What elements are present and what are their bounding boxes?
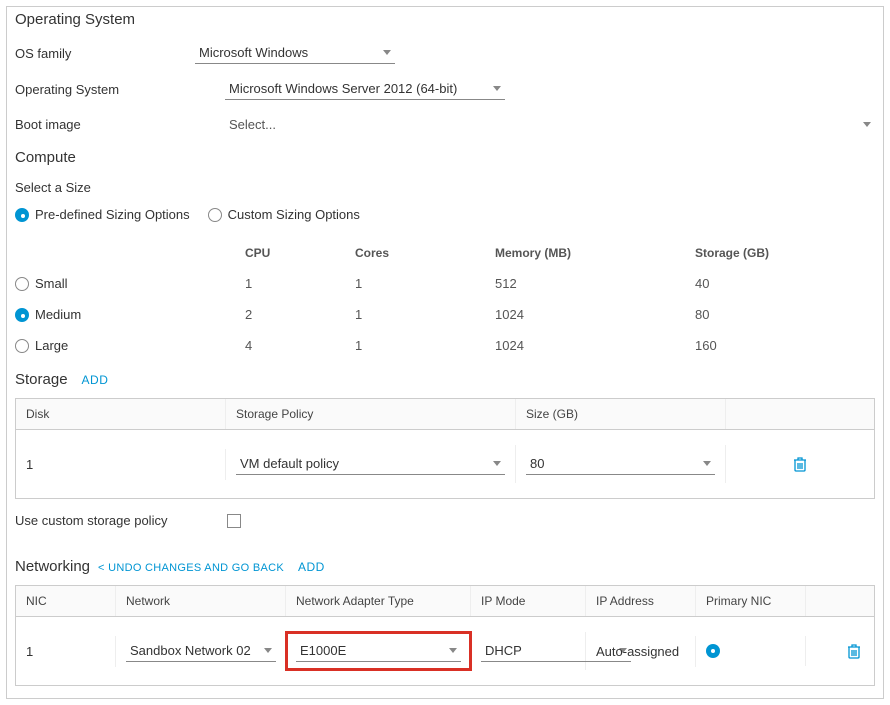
size-small-label: Small (35, 276, 68, 291)
trash-icon[interactable] (790, 456, 810, 472)
storage-add-button[interactable]: ADD (82, 373, 109, 387)
storage-row: 1 VM default policy 80 (16, 430, 874, 498)
boot-image-select[interactable]: Select... (225, 114, 875, 135)
size-large-memory: 1024 (495, 338, 695, 353)
trash-icon[interactable] (844, 643, 864, 659)
radio-dot (15, 277, 29, 291)
radio-dot-selected (15, 308, 29, 322)
select-size-subtitle: Select a Size (15, 180, 875, 195)
chevron-down-icon (449, 648, 457, 653)
chevron-down-icon (493, 461, 501, 466)
radio-dot (15, 339, 29, 353)
storage-disk-index: 1 (16, 449, 226, 480)
col-memory: Memory (MB) (495, 246, 695, 260)
operating-system-select[interactable]: Microsoft Windows Server 2012 (64-bit) (225, 78, 505, 100)
size-small-cores: 1 (355, 276, 495, 291)
network-value: Sandbox Network 02 (130, 643, 254, 658)
section-storage: Storage (15, 371, 68, 388)
section-networking: Networking (15, 558, 90, 575)
size-medium-storage: 80 (695, 307, 875, 322)
storage-policy-select[interactable]: VM default policy (236, 453, 505, 475)
networking-add-button[interactable]: ADD (298, 560, 325, 574)
size-small-cpu: 1 (245, 276, 355, 291)
chevron-down-icon (493, 86, 501, 91)
radio-custom-label: Custom Sizing Options (228, 207, 360, 222)
size-medium-label: Medium (35, 307, 81, 322)
radio-custom-sizing[interactable]: Custom Sizing Options (208, 207, 360, 222)
col-network: Network (116, 586, 286, 616)
col-primary-nic: Primary NIC (696, 586, 806, 616)
networking-table: NIC Network Network Adapter Type IP Mode… (15, 585, 875, 686)
operating-system-value: Microsoft Windows Server 2012 (64-bit) (229, 81, 483, 96)
col-cpu: CPU (245, 246, 355, 260)
operating-system-label: Operating System (15, 82, 195, 97)
col-storage-policy: Storage Policy (226, 399, 516, 429)
undo-changes-link[interactable]: < UNDO CHANGES AND GO BACK (98, 562, 284, 574)
col-cores: Cores (355, 246, 495, 260)
size-medium-cpu: 2 (245, 307, 355, 322)
size-large-label: Large (35, 338, 68, 353)
adapter-type-cell-highlighted: E1000E (285, 631, 472, 671)
size-option-medium[interactable]: Medium (15, 307, 245, 322)
nic-index: 1 (16, 636, 116, 667)
col-size-gb: Size (GB) (516, 399, 726, 429)
size-option-small[interactable]: Small (15, 276, 245, 291)
radio-predefined-label: Pre-defined Sizing Options (35, 207, 190, 222)
radio-dot (208, 208, 222, 222)
os-family-value: Microsoft Windows (199, 45, 373, 60)
section-compute: Compute (15, 149, 875, 166)
size-large-storage: 160 (695, 338, 875, 353)
chevron-down-icon (383, 50, 391, 55)
col-storage: Storage (GB) (695, 246, 875, 260)
primary-nic-radio[interactable] (706, 644, 720, 658)
custom-storage-policy-checkbox[interactable] (227, 514, 241, 528)
size-large-cpu: 4 (245, 338, 355, 353)
radio-predefined-sizing[interactable]: Pre-defined Sizing Options (15, 207, 190, 222)
ip-address-value: Auto-assigned (586, 636, 696, 667)
adapter-type-value: E1000E (300, 643, 439, 658)
storage-policy-value: VM default policy (240, 456, 483, 471)
storage-size-select[interactable]: 80 (526, 453, 715, 475)
chevron-down-icon (703, 461, 711, 466)
chevron-down-icon (264, 648, 272, 653)
adapter-type-select[interactable]: E1000E (296, 640, 461, 662)
col-ip-address: IP Address (586, 586, 696, 616)
size-large-cores: 1 (355, 338, 495, 353)
networking-row: 1 Sandbox Network 02 E1000E DHCP Au (16, 617, 874, 685)
col-ip-mode: IP Mode (471, 586, 586, 616)
size-medium-memory: 1024 (495, 307, 695, 322)
size-small-storage: 40 (695, 276, 875, 291)
os-family-select[interactable]: Microsoft Windows (195, 42, 395, 64)
custom-storage-policy-label: Use custom storage policy (15, 513, 211, 528)
section-operating-system: Operating System (15, 11, 875, 28)
col-disk: Disk (16, 399, 226, 429)
os-family-label: OS family (15, 46, 195, 61)
storage-size-value: 80 (530, 456, 693, 471)
chevron-down-icon (863, 122, 871, 127)
size-option-large[interactable]: Large (15, 338, 245, 353)
boot-image-label: Boot image (15, 117, 195, 132)
radio-dot-selected (15, 208, 29, 222)
storage-table: Disk Storage Policy Size (GB) 1 VM defau… (15, 398, 875, 499)
boot-image-value: Select... (229, 117, 853, 132)
network-select[interactable]: Sandbox Network 02 (126, 640, 276, 662)
col-adapter-type: Network Adapter Type (286, 586, 471, 616)
col-nic: NIC (16, 586, 116, 616)
size-small-memory: 512 (495, 276, 695, 291)
size-medium-cores: 1 (355, 307, 495, 322)
